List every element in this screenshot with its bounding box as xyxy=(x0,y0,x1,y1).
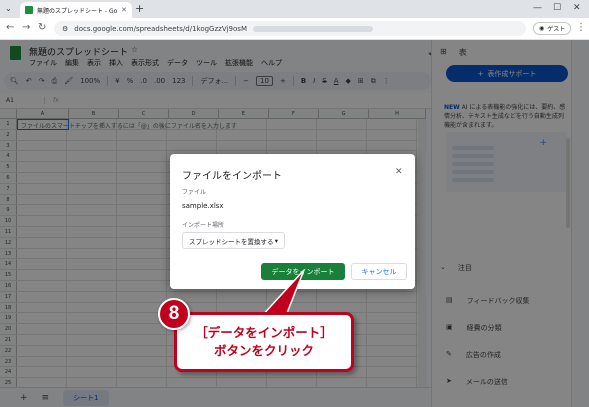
callout-line-2: ボタンをクリック xyxy=(213,343,314,358)
import-data-button[interactable]: データをインポート xyxy=(261,263,345,280)
callout-line-1: ［データをインポート］ xyxy=(195,325,333,340)
import-file-dialog: ファイルをインポート ✕ ファイル sample.xlsx インポート場所 スプ… xyxy=(170,154,415,289)
profile-label: ゲスト xyxy=(547,26,566,33)
url-text: docs.google.com/spreadsheets/d/1kogGzzVj… xyxy=(74,24,247,33)
close-icon[interactable]: ✕ xyxy=(395,167,403,177)
browser-tab-strip: ⌄ 無題のスプレッドシート - Google ス ✕ + — ☐ ✕ xyxy=(0,0,589,18)
dropdown-caret-icon: ▾ xyxy=(274,236,278,245)
instruction-callout: ［データをインポート］ ボタンをクリック xyxy=(174,312,354,372)
profile-button[interactable]: ◉ ゲスト xyxy=(533,22,572,35)
minimize-icon[interactable]: — xyxy=(533,3,542,13)
cancel-button[interactable]: キャンセル xyxy=(351,263,407,280)
new-tab-icon[interactable]: + xyxy=(135,2,144,15)
close-tab-icon[interactable]: ✕ xyxy=(121,6,127,14)
site-info-icon[interactable]: ⚙ xyxy=(62,25,68,33)
browser-tab[interactable]: 無題のスプレッドシート - Google ス ✕ xyxy=(20,2,132,18)
import-location-value: スプレッドシートを置換する xyxy=(189,237,274,246)
file-label: ファイル xyxy=(182,189,207,196)
forward-icon[interactable]: → xyxy=(22,22,30,33)
import-location-label: インポート場所 xyxy=(182,222,225,229)
back-icon[interactable]: ← xyxy=(6,22,14,33)
sheets-favicon-icon xyxy=(25,6,33,14)
file-name: sample.xlsx xyxy=(182,202,224,210)
tab-title: 無題のスプレッドシート - Google ス xyxy=(37,7,118,15)
step-number-badge: 8 xyxy=(158,298,190,330)
address-bar-row: ← → ↻ ⚙ docs.google.com/spreadsheets/d/1… xyxy=(0,18,589,40)
maximize-icon[interactable]: ☐ xyxy=(553,3,561,13)
close-window-icon[interactable]: ✕ xyxy=(573,3,581,13)
browser-menu-icon[interactable]: ⋮ xyxy=(576,22,586,33)
tab-search-icon[interactable]: ⌄ xyxy=(5,4,12,13)
reload-icon[interactable]: ↻ xyxy=(38,22,46,33)
profile-icon: ◉ xyxy=(539,25,545,32)
address-bar[interactable]: ⚙ docs.google.com/spreadsheets/d/1kogGzz… xyxy=(54,21,526,36)
import-location-select[interactable]: スプレッドシートを置換する ▾ xyxy=(182,232,285,249)
dialog-title: ファイルをインポート xyxy=(182,171,282,182)
url-redacted xyxy=(252,25,373,32)
